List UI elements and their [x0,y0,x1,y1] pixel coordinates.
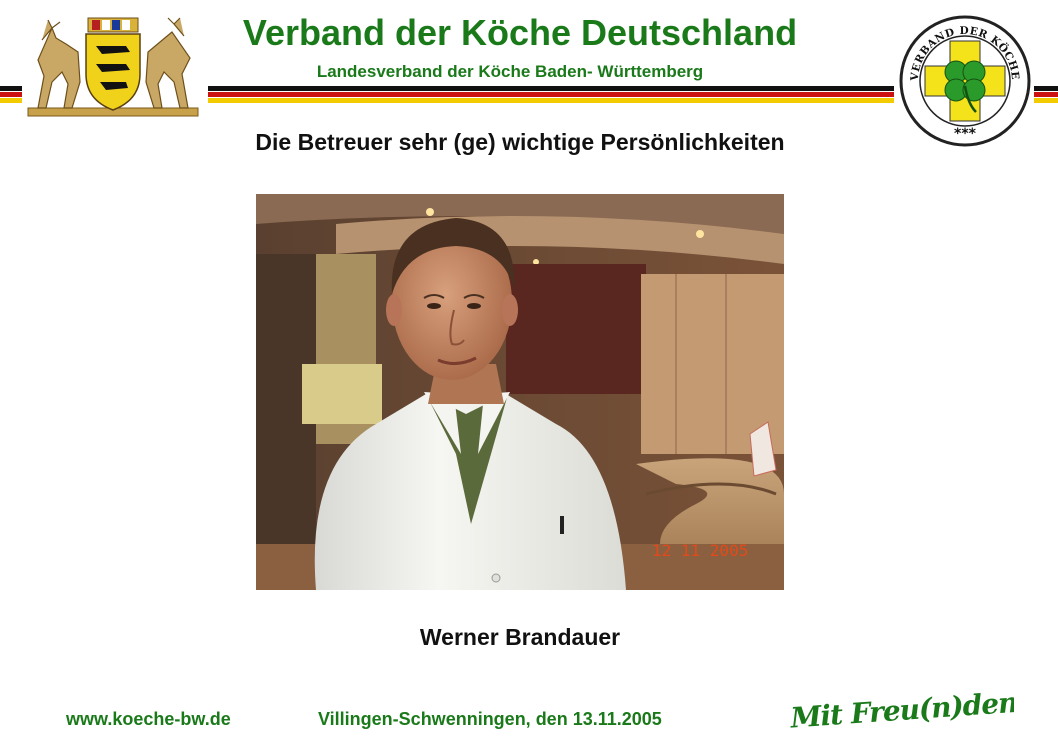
organization-title: Verband der Köche Deutschland [242,12,798,53]
coat-of-arms-logo [22,12,204,118]
flag-stripe-red [208,92,894,97]
flag-stripe-red-left [0,92,22,97]
person-name: Werner Brandauer [419,624,621,650]
footer-place-date: Villingen-Schwenningen, den 13.11.2005 [318,709,662,729]
flag-stripe-red-right [1034,92,1058,97]
portrait-photo [256,194,784,590]
flag-stripe-black-right [1034,86,1058,91]
flag-stripe-black [208,86,894,91]
flag-stripe-gold [208,98,894,103]
flag-stripe-black-left [0,86,22,91]
seal-stars: *** [954,126,977,142]
flag-stripe-gold-right [1034,98,1058,103]
footer-website-link[interactable]: www.koeche-bw.de [66,709,231,730]
slogan-text: Mit Freu(n)den Kochen [788,677,1014,734]
flag-stripe-gold-left [0,98,22,103]
slogan-handwritten: Mit Freu(n)den Kochen [784,676,1058,734]
photo-date-stamp: 12 11 2005 [652,541,749,560]
organization-subtitle: Landesverband der Köche Baden- Württembe… [316,62,704,81]
slide-headline: Die Betreuer sehr (ge) wichtige Persönli… [255,129,785,155]
